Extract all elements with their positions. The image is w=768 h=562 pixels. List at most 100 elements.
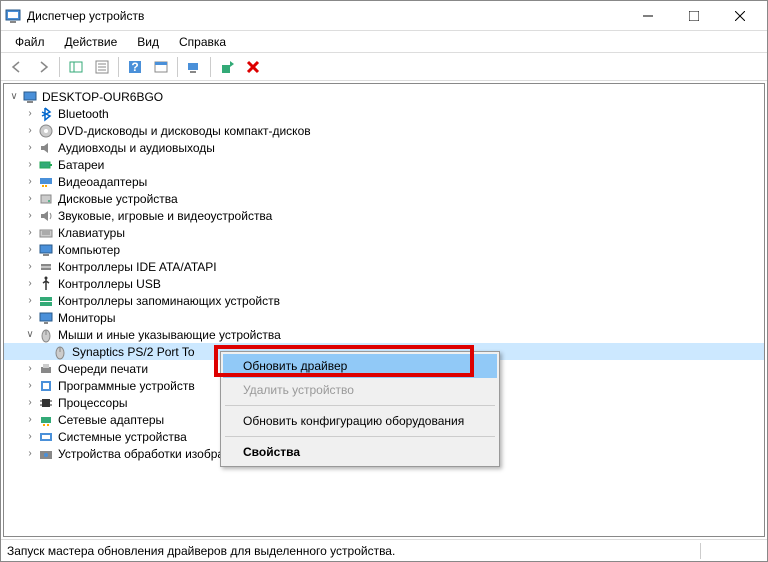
tree-label: Программные устройств <box>58 379 195 393</box>
tree-category-monitors[interactable]: ›Мониторы <box>4 309 764 326</box>
tree-category-disk[interactable]: › Дисковые устройства <box>4 190 764 207</box>
system-device-icon <box>38 429 54 445</box>
close-button[interactable] <box>717 1 763 31</box>
tree-label: Мыши и иные указывающие устройства <box>58 328 281 342</box>
tree-category-dvd[interactable]: ›DVD-дисководы и дисководы компакт-диско… <box>4 122 764 139</box>
expand-icon[interactable]: › <box>24 244 36 256</box>
expand-icon[interactable]: › <box>24 125 36 137</box>
maximize-button[interactable] <box>671 1 717 31</box>
tree-label: Synaptics PS/2 Port To <box>72 345 195 359</box>
window-title: Диспетчер устройств <box>27 9 625 23</box>
forward-button[interactable] <box>31 55 55 79</box>
expand-icon[interactable]: › <box>24 193 36 205</box>
status-bar: Запуск мастера обновления драйверов для … <box>1 539 767 561</box>
computer-icon <box>22 89 38 105</box>
cpu-icon <box>38 395 54 411</box>
toolbar: ? <box>1 53 767 81</box>
tree-category-sound[interactable]: ›Звуковые, игровые и видеоустройства <box>4 207 764 224</box>
tree-category-display[interactable]: › Видеоадаптеры <box>4 173 764 190</box>
tree-label: Контроллеры IDE ATA/ATAPI <box>58 260 217 274</box>
expand-icon[interactable]: › <box>24 159 36 171</box>
tree-label: Дисковые устройства <box>58 192 178 206</box>
show-hide-console-button[interactable] <box>64 55 88 79</box>
tree-label: Сетевые адаптеры <box>58 413 164 427</box>
expand-icon[interactable]: › <box>24 414 36 426</box>
expand-icon[interactable]: › <box>24 261 36 273</box>
ctx-separator <box>225 405 495 406</box>
tree-category-usb[interactable]: › Контроллеры USB <box>4 275 764 292</box>
ctx-separator <box>225 436 495 437</box>
update-driver-button[interactable] <box>215 55 239 79</box>
expand-icon[interactable]: › <box>24 312 36 324</box>
mouse-icon <box>52 344 68 360</box>
imaging-icon <box>38 446 54 462</box>
toolbar-separator <box>118 57 119 77</box>
expand-icon[interactable]: › <box>24 397 36 409</box>
expand-icon[interactable]: › <box>24 295 36 307</box>
tree-category-bluetooth[interactable]: › Bluetooth <box>4 105 764 122</box>
expand-icon[interactable]: › <box>24 431 36 443</box>
context-menu: Обновить драйвер Удалить устройство Обно… <box>220 351 500 467</box>
tree-label: Видеоадаптеры <box>58 175 147 189</box>
tree-category-computer[interactable]: ›Компьютер <box>4 241 764 258</box>
tree-category-batteries[interactable]: ›Батареи <box>4 156 764 173</box>
toolbar-separator <box>59 57 60 77</box>
tree-label: Аудиовходы и аудиовыходы <box>58 141 215 155</box>
expand-icon[interactable]: › <box>24 108 36 120</box>
tree-category-ide[interactable]: › Контроллеры IDE ATA/ATAPI <box>4 258 764 275</box>
app-icon <box>5 8 21 24</box>
tree-category-keyboards[interactable]: › Клавиатуры <box>4 224 764 241</box>
device-tree: ∨ DESKTOP-OUR6BGO › Bluetooth ›DVD-дисков… <box>3 83 765 537</box>
network-icon <box>38 412 54 428</box>
printer-icon <box>38 361 54 377</box>
menu-view[interactable]: Вид <box>127 33 169 51</box>
ctx-refresh-hardware[interactable]: Обновить конфигурацию оборудования <box>223 409 497 433</box>
toolbar-separator <box>210 57 211 77</box>
tree-category-mice[interactable]: ∨ Мыши и иные указывающие устройства <box>4 326 764 343</box>
disc-icon <box>38 123 54 139</box>
monitor-icon <box>38 310 54 326</box>
ctx-update-driver[interactable]: Обновить драйвер <box>223 354 497 378</box>
tree-label: DESKTOP-OUR6BGO <box>42 90 163 104</box>
tree-label: Bluetooth <box>58 107 109 121</box>
tree-category-audio-io[interactable]: › Аудиовходы и аудиовыходы <box>4 139 764 156</box>
display-adapter-icon <box>38 174 54 190</box>
expand-icon[interactable]: › <box>24 363 36 375</box>
expand-icon[interactable]: › <box>24 176 36 188</box>
software-device-icon <box>38 378 54 394</box>
back-button[interactable] <box>5 55 29 79</box>
expand-icon[interactable]: › <box>24 278 36 290</box>
usb-icon <box>38 276 54 292</box>
svg-text:?: ? <box>131 60 138 74</box>
ctx-delete-device[interactable]: Удалить устройство <box>223 378 497 402</box>
action-button[interactable] <box>149 55 173 79</box>
expand-icon[interactable]: › <box>24 142 36 154</box>
tree-root[interactable]: ∨ DESKTOP-OUR6BGO <box>4 88 764 105</box>
tree-label: Контроллеры запоминающих устройств <box>58 294 280 308</box>
expand-icon[interactable]: › <box>24 210 36 222</box>
status-text: Запуск мастера обновления драйверов для … <box>7 544 395 558</box>
status-separator <box>700 543 701 559</box>
menu-file[interactable]: Файл <box>5 33 55 51</box>
tree-label: Контроллеры USB <box>58 277 161 291</box>
tree-label: Очереди печати <box>58 362 148 376</box>
expand-icon[interactable]: › <box>24 380 36 392</box>
ctx-properties[interactable]: Свойства <box>223 440 497 464</box>
tree-category-storage[interactable]: › Контроллеры запоминающих устройств <box>4 292 764 309</box>
tree-label: Клавиатуры <box>58 226 125 240</box>
menu-help[interactable]: Справка <box>169 33 236 51</box>
minimize-button[interactable] <box>625 1 671 31</box>
bluetooth-icon <box>38 106 54 122</box>
uninstall-button[interactable] <box>241 55 265 79</box>
help-button[interactable]: ? <box>123 55 147 79</box>
menu-action[interactable]: Действие <box>55 33 128 51</box>
keyboard-icon <box>38 225 54 241</box>
collapse-icon[interactable]: ∨ <box>8 91 20 103</box>
title-bar: Диспетчер устройств <box>1 1 767 31</box>
battery-icon <box>38 157 54 173</box>
scan-hardware-button[interactable] <box>182 55 206 79</box>
expand-icon[interactable]: › <box>24 448 36 460</box>
expand-icon[interactable]: › <box>24 227 36 239</box>
collapse-icon[interactable]: ∨ <box>24 329 36 341</box>
properties-button[interactable] <box>90 55 114 79</box>
